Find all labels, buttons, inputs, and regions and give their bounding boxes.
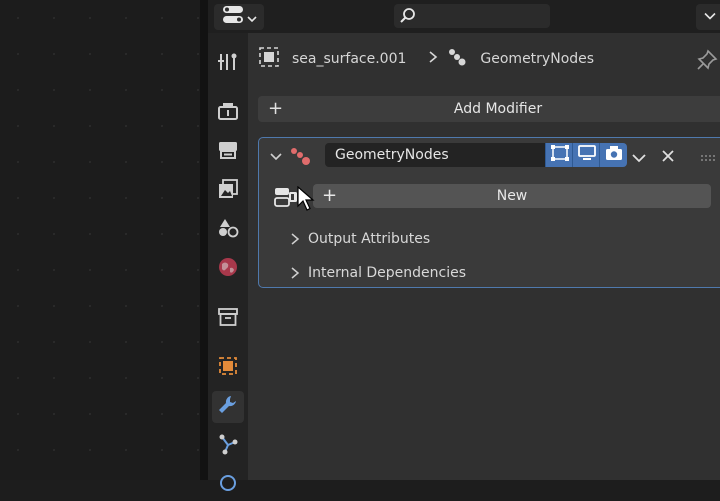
drag-handle-icon[interactable]	[700, 149, 716, 168]
chevron-right-icon	[291, 233, 300, 245]
scene-icon	[217, 217, 239, 243]
collection-icon	[217, 306, 239, 332]
physics-icon	[217, 472, 239, 498]
render-toggle[interactable]	[599, 143, 627, 167]
header-dropdown-button[interactable]	[696, 4, 720, 30]
new-node-group-button[interactable]: + New	[313, 184, 711, 208]
world-icon	[217, 256, 239, 282]
subpanel-output-attributes[interactable]: Output Attributes	[290, 228, 430, 250]
tab-output[interactable]	[212, 136, 244, 168]
render-camera-icon	[604, 144, 624, 166]
modifier-extras-dropdown[interactable]	[631, 149, 647, 168]
tab-particles[interactable]	[212, 430, 244, 462]
search-input[interactable]	[394, 4, 550, 28]
breadcrumb-modifier-name: GeometryNodes	[480, 51, 595, 67]
render-icon	[217, 100, 239, 126]
plus-icon: +	[268, 98, 284, 119]
tab-object[interactable]	[212, 352, 244, 384]
tab-world[interactable]	[212, 253, 244, 285]
plus-icon: +	[322, 185, 338, 206]
properties-editor-icon	[221, 4, 245, 30]
tab-physics[interactable]	[212, 469, 244, 501]
3d-viewport[interactable]	[0, 0, 200, 480]
add-modifier-label: Add Modifier	[453, 101, 543, 117]
new-button-label: New	[496, 188, 528, 204]
tab-scene[interactable]	[212, 214, 244, 246]
wrench-icon	[217, 394, 239, 420]
tab-modifiers[interactable]	[212, 391, 244, 423]
realtime-toggle[interactable]	[572, 143, 600, 167]
subpanel-label: Output Attributes	[308, 231, 431, 247]
particles-icon	[217, 433, 239, 459]
chevron-down-icon	[631, 149, 647, 168]
realtime-icon	[577, 144, 597, 166]
add-modifier-button[interactable]: + Add Modifier	[258, 96, 720, 122]
tab-collection[interactable]	[212, 303, 244, 335]
subpanel-label: Internal Dependencies	[308, 265, 467, 281]
pin-icon[interactable]	[696, 49, 718, 75]
object-type-icon	[258, 46, 280, 72]
area-divider[interactable]	[200, 0, 208, 480]
geometry-nodes-icon	[446, 46, 468, 72]
edit-mode-icon	[550, 144, 570, 166]
tab-view-layer[interactable]	[212, 175, 244, 207]
chevron-down-icon[interactable]	[269, 148, 283, 167]
subpanel-internal-dependencies[interactable]: Internal Dependencies	[290, 262, 466, 284]
breadcrumb-object-name: sea_surface.001	[292, 51, 407, 67]
mouse-cursor	[297, 185, 315, 216]
tab-tool[interactable]	[212, 48, 244, 80]
geometry-nodes-icon	[289, 145, 313, 171]
edit-mode-toggle[interactable]	[545, 143, 573, 167]
chevron-right-icon	[291, 267, 300, 279]
modifier-name-field[interactable]: GeometryNodes	[325, 143, 545, 167]
breadcrumb: sea_surface.001 GeometryNodes	[258, 44, 594, 74]
object-icon	[217, 355, 239, 381]
tool-icon	[217, 51, 239, 77]
close-icon[interactable]	[661, 148, 675, 167]
view-layer-icon	[217, 178, 239, 204]
output-icon	[217, 139, 239, 165]
tab-render[interactable]	[212, 97, 244, 129]
editor-type-button[interactable]	[214, 4, 264, 30]
chevron-down-icon	[247, 8, 257, 27]
chevron-right-icon	[428, 51, 438, 67]
